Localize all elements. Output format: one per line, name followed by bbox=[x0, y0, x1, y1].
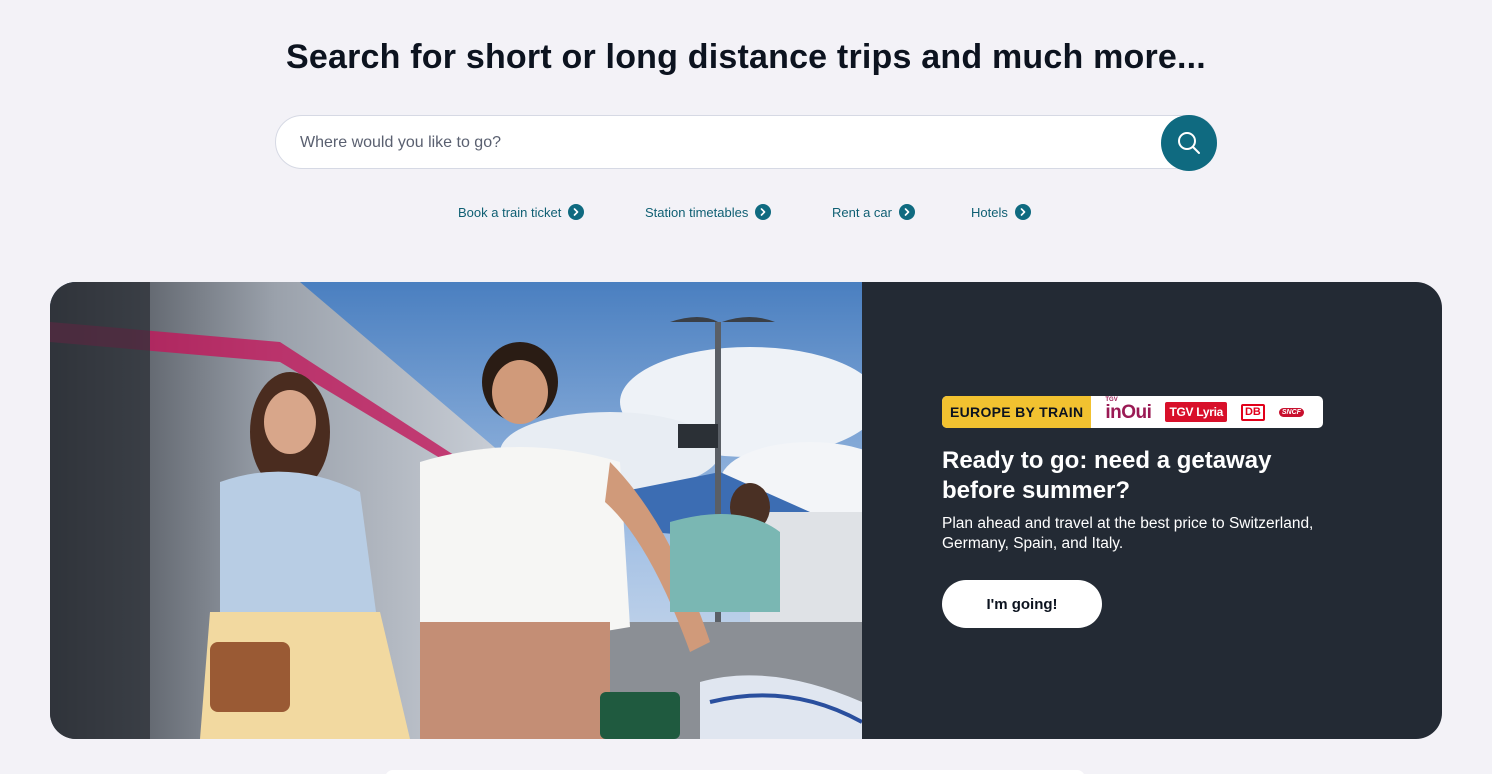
promo-photo bbox=[50, 282, 862, 739]
search-button[interactable] bbox=[1161, 115, 1217, 171]
db-logo: DB bbox=[1240, 403, 1265, 421]
partner-brand-strip: EUROPE BY TRAIN TGV inOui TGV Lyria DB SN… bbox=[942, 396, 1323, 428]
chevron-right-icon bbox=[898, 204, 915, 220]
quick-link-label: Station timetables bbox=[645, 204, 749, 220]
quick-link-hotels[interactable]: Hotels bbox=[971, 204, 1031, 220]
tgv-lyria-logo: TGV Lyria bbox=[1165, 402, 1227, 422]
europe-by-train-badge: EUROPE BY TRAIN bbox=[942, 396, 1092, 428]
quick-link-label: Rent a car bbox=[832, 204, 892, 220]
search-input[interactable] bbox=[298, 116, 1162, 170]
promo-description: Plan ahead and travel at the best price … bbox=[942, 515, 1314, 552]
quick-link-label: Hotels bbox=[971, 204, 1008, 220]
page: Search for short or long distance trips … bbox=[0, 0, 1492, 774]
chevron-right-icon bbox=[568, 204, 585, 220]
promo-content: EUROPE BY TRAIN TGV inOui TGV Lyria DB SN… bbox=[942, 396, 1372, 628]
quick-link-label: Book a train ticket bbox=[458, 204, 562, 220]
promo-card: EUROPE BY TRAIN TGV inOui TGV Lyria DB SN… bbox=[50, 282, 1442, 739]
page-title: Search for short or long distance trips … bbox=[286, 38, 1206, 76]
chevron-right-icon bbox=[1014, 204, 1031, 220]
travelers-on-platform-photo bbox=[50, 282, 862, 739]
next-section-edge bbox=[385, 770, 1085, 774]
quick-link-station-timetables[interactable]: Station timetables bbox=[645, 204, 772, 220]
chevron-right-icon bbox=[755, 204, 772, 220]
search-bar bbox=[275, 115, 1217, 171]
sncf-logo: SNCF bbox=[1278, 407, 1304, 417]
promo-title: Ready to go: need a getaway before summe… bbox=[942, 447, 1272, 504]
search-icon bbox=[1178, 132, 1200, 154]
partner-logos: TGV inOui TGV Lyria DB SNCF bbox=[1091, 396, 1304, 428]
quick-link-rent-a-car[interactable]: Rent a car bbox=[832, 204, 915, 220]
inoui-logo: TGV inOui bbox=[1105, 396, 1152, 423]
quick-link-book-train-ticket[interactable]: Book a train ticket bbox=[458, 204, 585, 220]
im-going-button[interactable]: I'm going! bbox=[942, 580, 1102, 628]
